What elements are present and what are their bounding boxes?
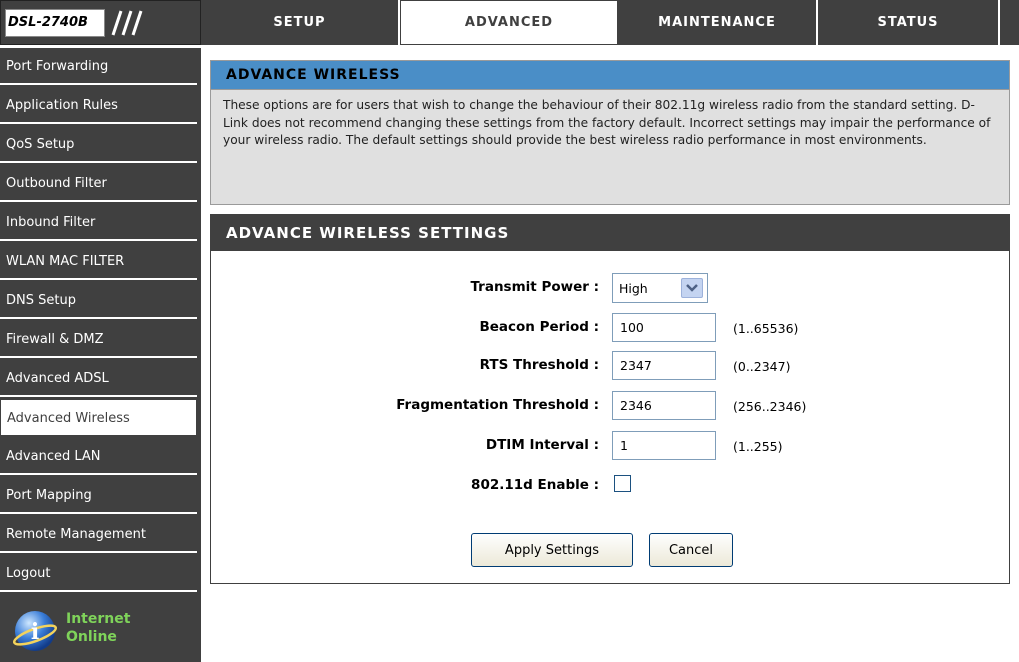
rts-threshold-label: RTS Threshold : (479, 357, 599, 373)
sidebar-item-advanced-adsl[interactable]: Advanced ADSL (0, 360, 197, 397)
sidebar-item-logout[interactable]: Logout (0, 555, 197, 592)
globe-info-icon: i (12, 611, 58, 651)
model-name: DSL-2740B (5, 9, 105, 37)
sidebar-item-application-rules[interactable]: Application Rules (0, 87, 197, 124)
sidebar-item-inbound-filter[interactable]: Inbound Filter (0, 204, 197, 241)
fragmentation-threshold-input[interactable]: 2346 (612, 391, 716, 420)
sidebar-item-outbound-filter[interactable]: Outbound Filter (0, 165, 197, 202)
slashes-decoration (111, 10, 143, 36)
tab-advanced[interactable]: ADVANCED (400, 0, 618, 45)
beacon-period-range: (1..65536) (733, 321, 799, 336)
info-box-title: ADVANCE WIRELESS (211, 61, 1009, 90)
internet-status-text: Internet Online (66, 610, 130, 646)
sidebar-item-wlan-mac-filter[interactable]: WLAN MAC FILTER (0, 243, 197, 280)
info-description: These options are for users that wish to… (223, 98, 991, 147)
sidebar: Port Forwarding Application Rules QoS Se… (0, 48, 201, 662)
tab-setup[interactable]: SETUP (201, 0, 400, 45)
sidebar-item-port-forwarding[interactable]: Port Forwarding (0, 48, 197, 85)
status-line-internet: Internet (66, 611, 131, 627)
dtim-interval-label: DTIM Interval : (485, 437, 599, 453)
internet-status-panel: i Internet Online (0, 596, 197, 662)
dtim-interval-input[interactable]: 1 (612, 431, 716, 460)
sidebar-item-remote-management[interactable]: Remote Management (0, 516, 197, 553)
model-logo-box: DSL-2740B (0, 0, 201, 45)
advance-wireless-info-box: ADVANCE WIRELESS These options are for u… (210, 60, 1010, 205)
transmit-power-label: Transmit Power : (470, 279, 599, 295)
cancel-button[interactable]: Cancel (649, 533, 733, 567)
fragmentation-threshold-label: Fragmentation Threshold : (396, 397, 599, 413)
apply-settings-button[interactable]: Apply Settings (471, 533, 633, 567)
fragmentation-threshold-row: Fragmentation Threshold : 2346 (256..234… (211, 391, 1011, 421)
transmit-power-select[interactable]: High (612, 273, 708, 303)
dot11d-label: 802.11d Enable : (471, 477, 599, 493)
beacon-period-label: Beacon Period : (479, 319, 599, 335)
sidebar-item-dns-setup[interactable]: DNS Setup (0, 282, 197, 319)
sidebar-item-port-mapping[interactable]: Port Mapping (0, 477, 197, 514)
sidebar-item-firewall-dmz[interactable]: Firewall & DMZ (0, 321, 197, 358)
dot11d-enable-checkbox[interactable] (614, 475, 631, 492)
tab-maintenance[interactable]: MAINTENANCE (618, 0, 818, 45)
tab-status[interactable]: STATUS (818, 0, 1000, 45)
dtim-interval-range: (1..255) (733, 439, 783, 454)
rts-threshold-range: (0..2347) (733, 359, 791, 374)
rts-threshold-input[interactable]: 2347 (612, 351, 716, 380)
dtim-interval-row: DTIM Interval : 1 (1..255) (211, 431, 1011, 461)
beacon-period-row: Beacon Period : 100 (1..65536) (211, 313, 1011, 343)
action-buttons-row: Apply Settings Cancel (211, 533, 1011, 569)
fragmentation-threshold-range: (256..2346) (733, 399, 807, 414)
dot11d-row: 802.11d Enable : (211, 471, 1011, 501)
sidebar-item-advanced-lan[interactable]: Advanced LAN (0, 438, 197, 475)
advance-wireless-settings-box: ADVANCE WIRELESS SETTINGS Transmit Power… (210, 214, 1010, 584)
beacon-period-input[interactable]: 100 (612, 313, 716, 342)
svg-text:i: i (31, 619, 39, 645)
rts-threshold-row: RTS Threshold : 2347 (0..2347) (211, 351, 1011, 381)
transmit-power-value: High (619, 281, 648, 296)
top-navigation-bar: DSL-2740B SETUP ADVANCED MAINTENANCE STA… (0, 0, 1019, 48)
tab-bar-filler (1000, 0, 1019, 45)
transmit-power-row: Transmit Power : High (211, 273, 1011, 303)
settings-box-title: ADVANCE WIRELESS SETTINGS (211, 215, 1009, 251)
sidebar-item-advanced-wireless[interactable]: Advanced Wireless (0, 399, 197, 436)
status-line-online: Online (66, 629, 117, 645)
chevron-down-icon[interactable] (681, 278, 703, 298)
sidebar-item-qos-setup[interactable]: QoS Setup (0, 126, 197, 163)
